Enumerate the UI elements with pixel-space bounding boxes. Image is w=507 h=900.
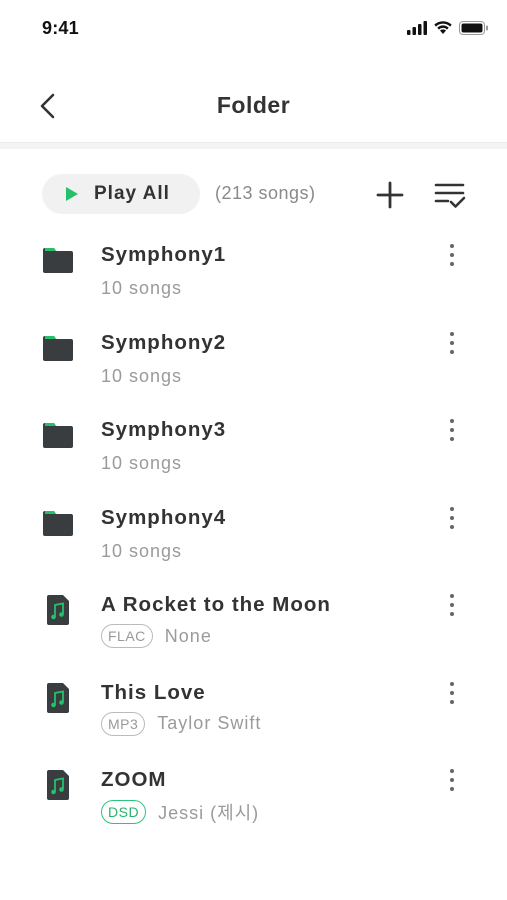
song-artist: None bbox=[164, 625, 212, 646]
more-options-button[interactable] bbox=[440, 328, 464, 358]
folder-name: Symphony2 bbox=[101, 330, 227, 354]
song-artist: Taylor Swift bbox=[157, 713, 262, 733]
status-bar: 9:41 bbox=[0, 0, 507, 58]
song-item[interactable]: ZOOM DSD Jessi (제시) bbox=[0, 753, 507, 841]
header: Folder bbox=[0, 70, 507, 142]
play-icon bbox=[66, 187, 78, 201]
sort-check-icon bbox=[434, 183, 466, 208]
folder-item[interactable]: Symphony3 10 songs bbox=[0, 403, 507, 491]
status-time: 9:41 bbox=[42, 18, 79, 38]
song-item[interactable]: This Love MP3 Taylor Swift bbox=[0, 666, 507, 754]
folder-icon bbox=[43, 510, 73, 536]
song-meta: MP3 Taylor Swift bbox=[101, 711, 262, 736]
header-divider bbox=[0, 142, 507, 149]
song-item[interactable]: A Rocket to the Moon FLAC None bbox=[0, 578, 507, 666]
format-badge: DSD bbox=[101, 800, 147, 824]
status-icons bbox=[407, 20, 489, 35]
play-all-button[interactable]: Play All bbox=[42, 174, 200, 214]
song-count: (213 songs) bbox=[215, 183, 316, 203]
folder-icon bbox=[43, 335, 73, 361]
folder-name: Symphony4 bbox=[101, 505, 227, 529]
more-options-button[interactable] bbox=[440, 590, 464, 620]
song-title: ZOOM bbox=[101, 768, 167, 791]
play-all-label: Play All bbox=[94, 183, 170, 204]
battery-icon bbox=[459, 20, 488, 35]
music-file-icon bbox=[47, 770, 69, 800]
folder-icon bbox=[43, 423, 73, 448]
item-list: Symphony1 10 songs Symphony2 10 songs Sy… bbox=[0, 228, 507, 841]
format-badge: MP3 bbox=[101, 711, 146, 736]
more-options-button[interactable] bbox=[440, 678, 464, 708]
music-file-icon bbox=[47, 682, 69, 713]
song-meta: FLAC None bbox=[101, 624, 212, 648]
music-file-icon bbox=[47, 595, 69, 625]
song-title: This Love bbox=[101, 680, 206, 704]
folder-name: Symphony1 bbox=[101, 243, 227, 266]
toolbar: Play All (213 songs) bbox=[0, 170, 507, 218]
page-title: Folder bbox=[216, 92, 291, 118]
plus-icon bbox=[376, 181, 404, 209]
more-options-button[interactable] bbox=[440, 240, 464, 270]
folder-name: Symphony3 bbox=[101, 418, 227, 441]
folder-item[interactable]: Symphony4 10 songs bbox=[0, 491, 507, 579]
more-options-button[interactable] bbox=[440, 415, 464, 445]
folder-item[interactable]: Symphony1 10 songs bbox=[0, 228, 507, 316]
cellular-signal-icon bbox=[407, 20, 427, 35]
folder-icon bbox=[43, 248, 73, 273]
song-meta: DSD Jessi (제시) bbox=[101, 799, 259, 825]
sort-button[interactable] bbox=[432, 178, 468, 212]
folder-item[interactable]: Symphony2 10 songs bbox=[0, 316, 507, 404]
format-badge: FLAC bbox=[101, 624, 153, 648]
more-options-button[interactable] bbox=[440, 503, 464, 533]
song-title: A Rocket to the Moon bbox=[101, 593, 331, 616]
folder-song-count: 10 songs bbox=[101, 453, 183, 473]
song-artist: Jessi (제시) bbox=[158, 803, 260, 823]
add-button[interactable] bbox=[373, 178, 407, 212]
folder-song-count: 10 songs bbox=[101, 365, 183, 386]
more-options-button[interactable] bbox=[440, 765, 464, 795]
folder-song-count: 10 songs bbox=[101, 278, 183, 298]
wifi-icon bbox=[434, 21, 452, 34]
folder-song-count: 10 songs bbox=[101, 540, 183, 561]
